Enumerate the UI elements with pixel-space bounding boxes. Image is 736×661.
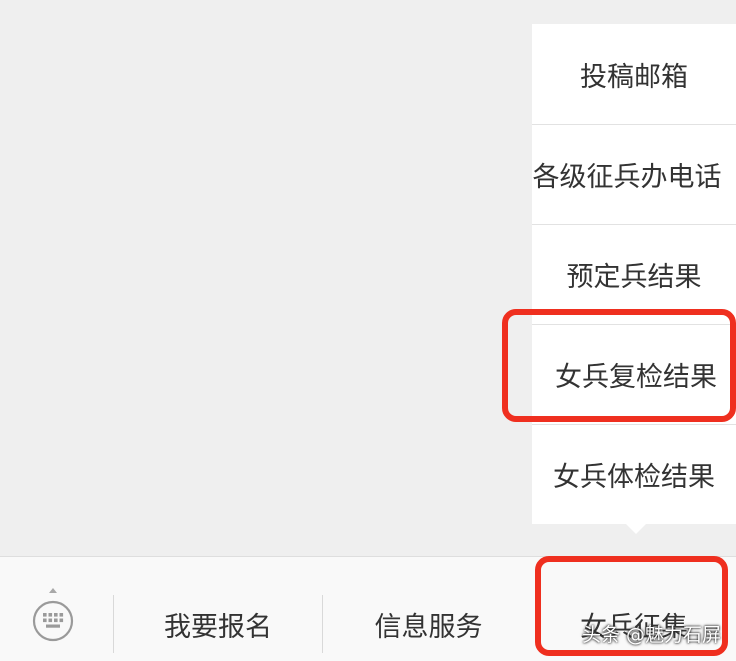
submenu-item-label: 预定兵结果 [566,261,702,293]
keyboard-toggle-button[interactable] [22,587,86,649]
submenu-item-submission-email[interactable]: 投稿邮箱 [532,24,736,124]
submenu-popup: 投稿邮箱 各级征兵办电话 预定兵结果 女兵复检结果 女兵体检结果 [532,24,736,524]
submenu-item-pre-selected-results[interactable]: 预定兵结果 [532,224,736,324]
menu-bar-divider [322,595,323,653]
submenu-item-female-physical-exam-results[interactable]: 女兵体检结果 [532,424,736,524]
submenu-item-recruitment-office-phones[interactable]: 各级征兵办电话 [532,124,736,224]
menu-tab-sign-up[interactable]: 我要报名 [116,595,320,653]
submenu-item-label: 女兵体检结果 [553,461,715,493]
submenu-item-label: 投稿邮箱 [580,61,688,93]
watermark: 头条 @魅力石屏 [582,624,722,646]
menu-bar-divider [113,595,114,653]
chat-screen: 投稿邮箱 各级征兵办电话 预定兵结果 女兵复检结果 女兵体检结果 我要报名 信息… [0,0,736,661]
menu-tab-label: 我要报名 [164,611,272,643]
keyboard-icon [32,588,74,642]
submenu-caret [624,522,648,534]
menu-tab-info-services[interactable]: 信息服务 [325,595,532,653]
submenu-item-label: 各级征兵办电话 [532,161,722,193]
submenu-item-label: 女兵复检结果 [555,361,717,393]
menu-tab-label: 信息服务 [374,611,483,643]
submenu-item-female-recheck-results[interactable]: 女兵复检结果 [532,324,736,424]
